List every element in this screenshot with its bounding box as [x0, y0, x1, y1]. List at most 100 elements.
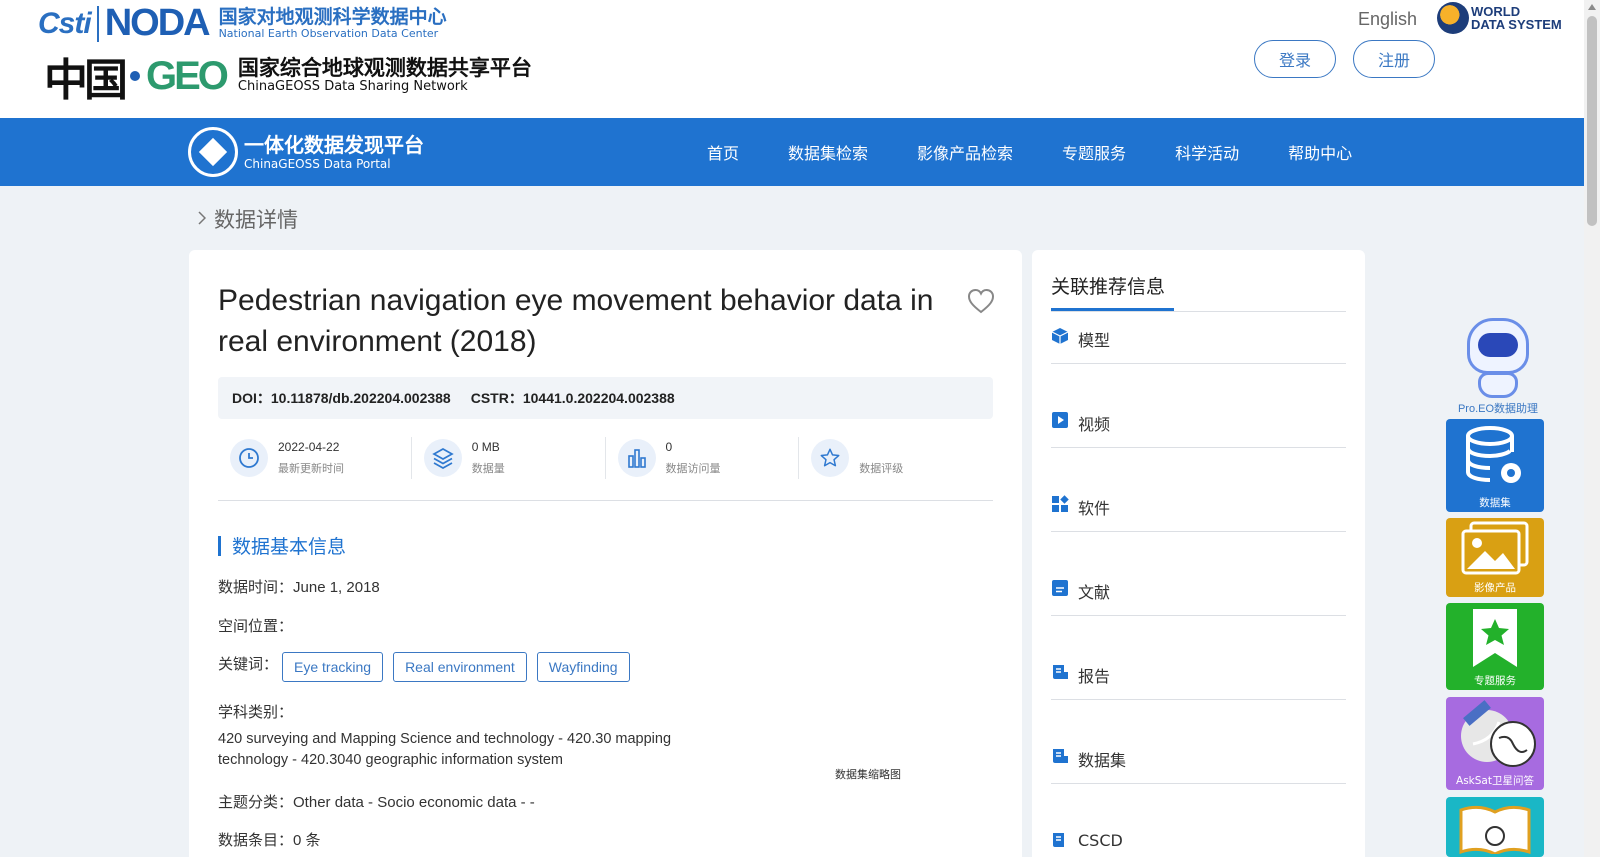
rec-item-report[interactable]: 报告 [1051, 648, 1346, 700]
page-scrollbar[interactable] [1584, 0, 1600, 857]
info-label: 数据条目： [218, 831, 294, 849]
info-label: 空间位置： [218, 617, 294, 635]
keyword-tag[interactable]: Real environment [393, 652, 527, 682]
rec-item-label: 软件 [1078, 499, 1111, 518]
info-theme: 主题分类：Other data - Socio economic data - … [218, 791, 535, 812]
bookmark-star-icon [1467, 603, 1523, 673]
layers-icon [423, 439, 462, 477]
scrollbar-thumb[interactable] [1587, 16, 1597, 226]
stat-value: 0 [665, 440, 673, 454]
doi-value[interactable]: 10.11878/db.202204.002388 [271, 390, 451, 406]
tool-tile-label: 数据集 [1479, 497, 1511, 509]
info-value: 0 条 [293, 832, 321, 849]
keywords-row: 关键词： Eye tracking Real environment Wayfi… [218, 652, 640, 682]
doi-separator: ： [256, 390, 271, 406]
subject-value: 420 surveying and Mapping Science and te… [218, 731, 672, 768]
identifier-strip: DOI ： 10.11878/db.202204.002388 CSTR ： 1… [218, 377, 993, 419]
open-book-icon [1455, 801, 1535, 855]
tool-tile-image-products[interactable]: 影像产品 [1446, 518, 1544, 597]
recommendation-card: 关联推荐信息 模型 视频 软件 文献 报告 数据集 CSCD [1032, 250, 1365, 857]
recommendation-title: 关联推荐信息 [1051, 276, 1166, 298]
stat-visits: 0 数据访问量 [606, 437, 800, 479]
rec-item-model[interactable]: 模型 [1051, 312, 1346, 364]
chinageoss-logo-cn: 国家综合地球观测数据共享平台 [237, 55, 532, 80]
dataset-report-icon [1051, 747, 1069, 765]
cstr-separator: ： [508, 390, 523, 406]
clock-icon [230, 439, 268, 477]
image-gallery-icon [1459, 518, 1531, 580]
dataset-title: Pedestrian navigation eye movement behav… [218, 284, 934, 358]
assistant-robot-widget[interactable]: Pro.EO数据助理 [1456, 318, 1540, 416]
geo-mark: GEO [146, 53, 229, 98]
database-gear-icon [1462, 419, 1528, 495]
rec-item-dataset[interactable]: 数据集 [1051, 732, 1346, 784]
csti-logo-mark: Csti [38, 6, 92, 40]
chinageoss-logo-en: ChinaGEOSS Data Sharing Network [237, 79, 468, 95]
rec-item-cscd[interactable]: CSCD [1051, 816, 1346, 857]
info-value: June 1, 2018 [293, 579, 380, 596]
nav-item-thematic-services[interactable]: 专题服务 [1062, 140, 1126, 164]
login-button[interactable]: 登录 [1254, 40, 1336, 78]
noda-logo-mark: NODA [104, 2, 211, 44]
nav-menu: 首页 数据集检索 影像产品检索 专题服务 科学活动 帮助中心 [707, 118, 1401, 186]
robot-avatar-icon [1467, 318, 1529, 374]
nav-item-help-center[interactable]: 帮助中心 [1288, 140, 1352, 164]
breadcrumb: 数据详情 [198, 204, 298, 234]
rec-item-label: 数据集 [1078, 751, 1127, 770]
noda-logo[interactable]: Csti NODA 国家对地观测科学数据中心 National Earth Ob… [38, 2, 447, 45]
logo-dot [130, 71, 140, 81]
section-title-text: 数据基本信息 [232, 536, 347, 558]
chevron-right-icon [198, 209, 207, 230]
stat-rating: 数据评级 [799, 437, 993, 479]
keyword-tag[interactable]: Wayfinding [536, 652, 630, 682]
china-geo-mark-zh: 中国 [44, 55, 128, 106]
world-data-system-logo[interactable]: WORLD DATA SYSTEM [1437, 2, 1562, 34]
keyword-tag[interactable]: Eye tracking [282, 652, 384, 682]
cstr-value[interactable]: 10441.0.202204.002388 [523, 390, 675, 406]
stat-value: 0 MB [471, 440, 500, 454]
video-play-icon [1051, 411, 1069, 429]
globe-icon [1437, 2, 1469, 34]
rec-item-label: 视频 [1078, 415, 1111, 434]
heart-favorite-icon[interactable] [967, 288, 995, 314]
tool-tile-datasets[interactable]: 数据集 [1446, 419, 1544, 512]
cscd-icon [1051, 831, 1069, 849]
tool-tile-knowledge-book[interactable] [1446, 797, 1544, 857]
nav-item-dataset-search[interactable]: 数据集检索 [788, 140, 868, 164]
stat-value: 2022-04-22 [278, 440, 340, 454]
logo-divider [96, 5, 99, 42]
portal-title-cn: 一体化数据发现平台 [244, 132, 424, 157]
portal-logo[interactable]: 一体化数据发现平台 ChinaGEOSS Data Portal [188, 127, 424, 177]
rec-item-software[interactable]: 软件 [1051, 480, 1346, 532]
tool-tile-thematic-services[interactable]: 专题服务 [1446, 603, 1544, 690]
nav-item-science-activities[interactable]: 科学活动 [1175, 140, 1239, 164]
portal-logo-icon [188, 127, 238, 177]
section-accent-bar [218, 535, 221, 556]
satellite-globe-icon [1453, 697, 1537, 773]
rec-item-literature[interactable]: 文献 [1051, 564, 1346, 616]
chinageoss-logo[interactable]: 中国 GEO 国家综合地球观测数据共享平台 ChinaGEOSS Data Sh… [44, 44, 532, 108]
stat-label: 数据量 [471, 462, 505, 475]
noda-logo-cn: 国家对地观测科学数据中心 [218, 6, 447, 28]
register-button[interactable]: 注册 [1353, 40, 1435, 78]
report-icon [1051, 663, 1069, 681]
star-icon [811, 439, 850, 477]
nav-item-home[interactable]: 首页 [707, 140, 739, 164]
thumbnail-caption: 数据集缩略图 [835, 768, 901, 781]
info-data-time: 数据时间：June 1, 2018 [218, 576, 380, 597]
scroll-up-arrow-icon[interactable] [1588, 4, 1596, 10]
info-subject: 学科类别： [218, 701, 293, 722]
doi-label: DOI [232, 390, 257, 406]
nav-item-image-search[interactable]: 影像产品检索 [917, 140, 1013, 164]
tool-tile-asksat[interactable]: AskSat卫星问答 [1446, 697, 1544, 790]
language-switch-link[interactable]: English [1358, 9, 1417, 30]
rec-item-video[interactable]: 视频 [1051, 396, 1346, 448]
stat-label: 数据访问量 [665, 462, 721, 475]
keywords-label: 关键词： [218, 654, 279, 673]
info-label: 主题分类： [218, 793, 294, 811]
rec-item-label: 模型 [1078, 331, 1111, 350]
rec-item-label: 文献 [1078, 583, 1111, 602]
info-records: 数据条目：0 条 [218, 829, 321, 850]
section-title-basic-info: 数据基本信息 [218, 532, 346, 559]
rec-item-label: 报告 [1078, 667, 1111, 686]
